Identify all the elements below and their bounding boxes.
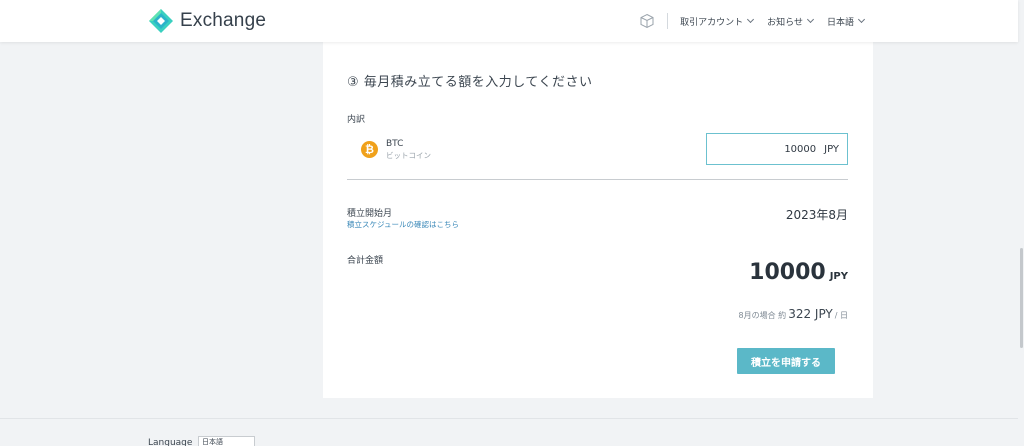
coin-symbol: BTC xyxy=(386,139,404,149)
breakdown-label: 内訳 xyxy=(347,115,366,125)
logo[interactable]: Exchange xyxy=(148,8,266,34)
daily-suffix: / 日 xyxy=(834,311,848,320)
nav-language[interactable]: 日本語 xyxy=(826,15,866,28)
footer-language-select[interactable]: 日本語 xyxy=(198,436,255,446)
chevron-down-icon xyxy=(857,15,866,24)
nav-trading-account-label: 取引アカウント xyxy=(680,17,744,28)
coin-name: ビットコイン xyxy=(386,151,431,160)
logo-text: Exchange xyxy=(180,10,267,31)
daily-value: 322 JPY xyxy=(788,307,833,321)
nav-language-label: 日本語 xyxy=(826,17,854,28)
chevron-down-icon xyxy=(747,15,755,24)
nav-notices[interactable]: お知らせ xyxy=(767,15,815,28)
nav-notices-label: お知らせ xyxy=(767,17,803,28)
scrollbar-thumb[interactable] xyxy=(1020,248,1023,348)
amount-input[interactable]: 10000 JPY xyxy=(706,133,848,165)
amount-unit: JPY xyxy=(824,143,839,155)
total-amount-value: 10000 xyxy=(749,260,826,285)
btc-icon: ₿ xyxy=(361,141,378,158)
schedule-link[interactable]: 積立スケジュールの確認はこちら xyxy=(347,219,459,230)
submit-button[interactable]: 積立を申請する xyxy=(737,348,835,374)
step-card: ③ 毎月積み立てる額を入力してください 内訳 ₿ BTC ビットコイン 1000… xyxy=(323,42,873,398)
start-month-label: 積立開始月 xyxy=(347,209,393,219)
coin-row: ₿ BTC ビットコイン xyxy=(361,138,431,161)
total-label: 合計金額 xyxy=(347,256,384,266)
nav-trading-account[interactable]: 取引アカウント xyxy=(680,15,755,28)
total-amount-unit: JPY xyxy=(829,271,848,282)
daily-estimate: 8月の場合 約 322 JPY / 日 xyxy=(739,307,848,321)
start-month-value: 2023年8月 xyxy=(785,208,848,222)
footer-divider xyxy=(0,418,1018,419)
step-title: ③ 毎月積み立てる額を入力してください xyxy=(347,75,593,90)
logo-icon xyxy=(149,9,173,33)
footer-language-label: Language xyxy=(148,438,193,446)
nav-separator xyxy=(667,13,669,29)
top-header: Exchange 取引アカウント お知らせ 日本語 xyxy=(0,0,1018,42)
chevron-down-icon xyxy=(806,15,815,24)
total-amount: 10000 JPY xyxy=(749,260,848,285)
header-nav: 取引アカウント お知らせ 日本語 xyxy=(639,0,866,42)
cube-icon[interactable] xyxy=(639,13,655,29)
coin-text: BTC ビットコイン xyxy=(386,138,431,161)
daily-prefix: 8月の場合 約 xyxy=(738,311,787,320)
amount-value: 10000 xyxy=(784,143,817,155)
divider xyxy=(347,179,848,180)
page-scrollbar[interactable] xyxy=(1018,0,1024,446)
